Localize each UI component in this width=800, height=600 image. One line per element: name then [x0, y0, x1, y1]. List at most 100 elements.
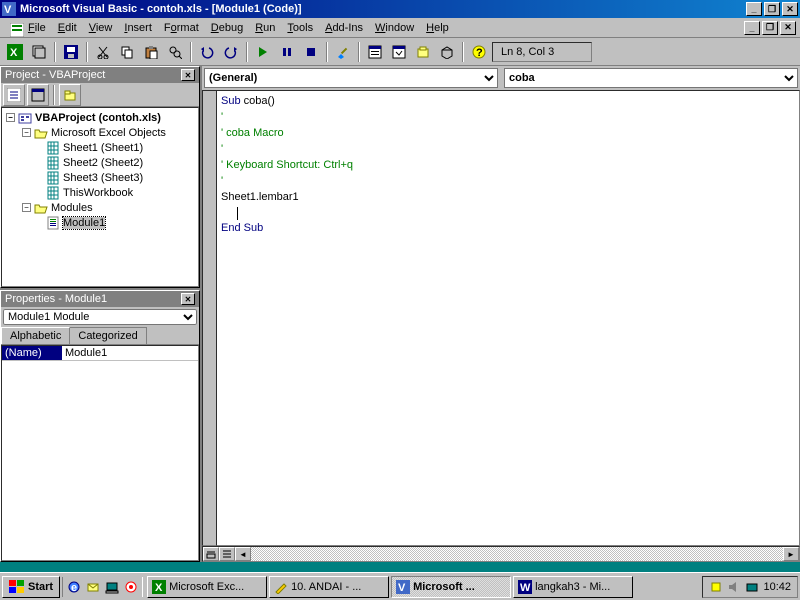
run-button[interactable] [252, 41, 274, 63]
tree-module1[interactable]: Module1 [4, 215, 196, 230]
mdi-minimize-button[interactable]: _ [744, 21, 760, 35]
app-titlebar: V Microsoft Visual Basic - contoh.xls - … [0, 0, 800, 18]
procedure-dropdown[interactable]: coba [504, 68, 798, 88]
menu-addins[interactable]: Add-Ins [319, 20, 369, 36]
task-word[interactable]: Wlangkah3 - Mi... [513, 576, 633, 598]
tab-categorized[interactable]: Categorized [69, 327, 146, 344]
code-hscrollbar[interactable]: ◄ ► [202, 546, 800, 562]
project-tree[interactable]: − VBAProject (contoh.xls) − Microsoft Ex… [1, 107, 199, 287]
tree-thisworkbook[interactable]: ThisWorkbook [4, 185, 196, 200]
collapse-icon[interactable]: − [6, 113, 15, 122]
reset-button[interactable] [300, 41, 322, 63]
project-explorer-titlebar[interactable]: Project - VBAProject ✕ [1, 67, 199, 83]
insert-dropdown[interactable] [28, 41, 50, 63]
find-button[interactable] [164, 41, 186, 63]
menu-edit[interactable]: Edit [52, 20, 83, 36]
menu-format[interactable]: Format [158, 20, 205, 36]
tree-sheet2[interactable]: Sheet2 (Sheet2) [4, 155, 196, 170]
collapse-icon[interactable]: − [22, 203, 31, 212]
project-explorer-title: Project - VBAProject [5, 69, 105, 81]
properties-grid[interactable]: (Name) Module1 [1, 345, 199, 561]
paste-button[interactable] [140, 41, 162, 63]
menubar: File Edit View Insert Format Debug Run T… [0, 18, 800, 38]
object-dropdown[interactable]: (General) [204, 68, 498, 88]
properties-object-select[interactable]: Module1 Module [3, 309, 197, 325]
code-editor[interactable]: Sub coba() ' ' coba Macro ' ' Keyboard S… [216, 90, 800, 546]
scroll-left-button[interactable]: ◄ [235, 547, 251, 561]
toolbox-button[interactable] [436, 41, 458, 63]
properties-window-button[interactable] [388, 41, 410, 63]
design-mode-button[interactable] [332, 41, 354, 63]
task-vb[interactable]: VMicrosoft ... [391, 576, 511, 598]
scroll-track[interactable] [251, 547, 783, 561]
menu-insert[interactable]: Insert [118, 20, 158, 36]
scroll-right-button[interactable]: ► [783, 547, 799, 561]
tray-volume-icon[interactable] [727, 580, 741, 594]
project-explorer-button[interactable] [364, 41, 386, 63]
property-name-value[interactable]: Module1 [62, 346, 198, 360]
property-row-name[interactable]: (Name) Module1 [2, 346, 198, 361]
minimize-button[interactable]: _ [746, 2, 762, 16]
menu-run[interactable]: Run [249, 20, 281, 36]
sheet-icon [46, 156, 60, 170]
properties-panel: Properties - Module1 ✕ Module1 Module Al… [0, 290, 200, 562]
properties-close[interactable]: ✕ [181, 293, 195, 305]
menu-window[interactable]: Window [369, 20, 420, 36]
tree-root[interactable]: − VBAProject (contoh.xls) [4, 110, 196, 125]
properties-titlebar[interactable]: Properties - Module1 ✕ [1, 291, 199, 307]
tree-sheet1[interactable]: Sheet1 (Sheet1) [4, 140, 196, 155]
quick-launch: e [62, 577, 143, 597]
redo-button[interactable] [220, 41, 242, 63]
cut-button[interactable] [92, 41, 114, 63]
project-explorer-close[interactable]: ✕ [181, 69, 195, 81]
copy-button[interactable] [116, 41, 138, 63]
ql-ie-icon[interactable]: e [65, 577, 83, 597]
sheet-icon [46, 141, 60, 155]
property-name-label: (Name) [2, 346, 62, 360]
task-buttons: XMicrosoft Exc... 10. ANDAI - ... VMicro… [145, 576, 700, 598]
view-procedure-button[interactable] [203, 547, 219, 561]
tree-folder-excel-objects[interactable]: − Microsoft Excel Objects [4, 125, 196, 140]
project-explorer-panel: Project - VBAProject ✕ − VBAProject (con… [0, 66, 200, 288]
collapse-icon[interactable]: − [22, 128, 31, 137]
toggle-folders-button[interactable] [59, 84, 81, 106]
object-browser-button[interactable] [412, 41, 434, 63]
menu-help[interactable]: Help [420, 20, 455, 36]
tree-folder-modules[interactable]: − Modules [4, 200, 196, 215]
view-object-button[interactable] [27, 84, 49, 106]
save-button[interactable] [60, 41, 82, 63]
view-excel-button[interactable]: X [4, 41, 26, 63]
module-mdi-icon[interactable] [4, 21, 18, 35]
code-window: (General) coba Sub coba() ' ' coba Macro… [202, 66, 800, 562]
mdi-close-button[interactable]: ✕ [780, 21, 796, 35]
view-code-button[interactable] [3, 84, 25, 106]
tray-icon-1[interactable] [709, 580, 723, 594]
tray-icon-3[interactable] [745, 580, 759, 594]
mdi-restore-button[interactable]: ❐ [762, 21, 778, 35]
folder-open-icon [34, 201, 48, 215]
clock[interactable]: 10:42 [763, 581, 791, 593]
close-button[interactable]: ✕ [782, 2, 798, 16]
code-margin[interactable] [202, 90, 216, 546]
menu-file[interactable]: File [22, 20, 52, 36]
task-excel[interactable]: XMicrosoft Exc... [147, 576, 267, 598]
svg-text:e: e [71, 582, 77, 594]
view-full-button[interactable] [219, 547, 235, 561]
help-button[interactable]: ? [468, 41, 490, 63]
ql-desktop-icon[interactable] [103, 577, 121, 597]
menu-debug[interactable]: Debug [205, 20, 249, 36]
task-andai[interactable]: 10. ANDAI - ... [269, 576, 389, 598]
svg-text:V: V [4, 4, 12, 16]
system-tray[interactable]: 10:42 [702, 576, 798, 598]
ql-channels-icon[interactable] [122, 577, 140, 597]
start-button[interactable]: Start [2, 576, 60, 598]
menu-tools[interactable]: Tools [281, 20, 319, 36]
svg-text:V: V [398, 582, 406, 594]
maximize-button[interactable]: ❐ [764, 2, 780, 16]
ql-outlook-icon[interactable] [84, 577, 102, 597]
tab-alphabetic[interactable]: Alphabetic [1, 327, 70, 344]
undo-button[interactable] [196, 41, 218, 63]
break-button[interactable] [276, 41, 298, 63]
tree-sheet3[interactable]: Sheet3 (Sheet3) [4, 170, 196, 185]
menu-view[interactable]: View [83, 20, 119, 36]
